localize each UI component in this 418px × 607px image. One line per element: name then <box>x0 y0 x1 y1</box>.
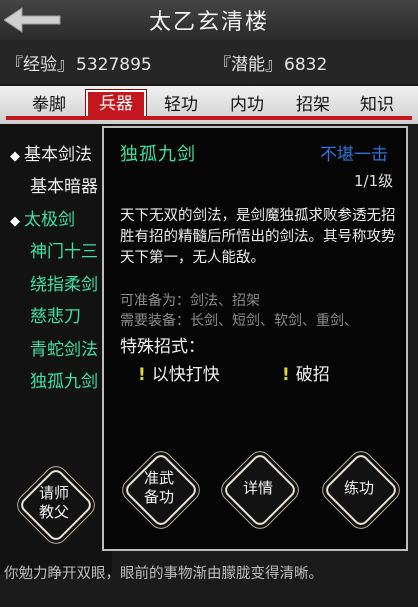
master-button[interactable]: 请师 教父 <box>17 466 95 544</box>
exp-value: 5327895 <box>76 55 152 75</box>
special-move: ! 以快打快 <box>138 365 220 385</box>
tab-weapon[interactable]: 兵器 <box>86 90 146 118</box>
diamond-icon: ◆ <box>10 149 20 164</box>
practice-button-label: 练功 <box>343 478 374 497</box>
prepare-button-label: 准武 备功 <box>143 469 174 506</box>
exclamation-icon: ! <box>138 365 146 385</box>
tab-parry[interactable]: 招架 <box>288 92 338 118</box>
diamond-icon: ◆ <box>10 214 20 229</box>
exp-label: 『经验』 <box>6 55 74 75</box>
practice-button[interactable]: 练功 <box>322 451 400 529</box>
potential-value: 6832 <box>284 55 328 75</box>
tab-fist[interactable]: 拳脚 <box>24 92 74 118</box>
skill-item[interactable]: ◆ 基本剑法 <box>10 140 102 165</box>
skill-description: 天下无双的剑法，是剑魔独孤求败参透无招胜有招的精髓后所悟出的剑法。其号称攻势天下… <box>120 208 396 266</box>
details-button-label: 详情 <box>242 478 273 497</box>
special-moves-title: 特殊招式： <box>120 337 205 357</box>
potential-label: 『潜能』 <box>214 55 282 75</box>
message-log: 你勉力睁开双眼，眼前的事物渐由朦胧变得清晰。 <box>4 566 323 582</box>
tab-knowledge[interactable]: 知识 <box>352 92 402 118</box>
skill-equip: 需要装备：长剑、短剑、软剑、重剑、 <box>120 313 358 329</box>
exp-stat: 『经验』 5327895 <box>6 50 152 75</box>
special-move: ! 破招 <box>282 365 330 385</box>
prepare-button[interactable]: 准武 备功 <box>122 451 200 529</box>
potential-stat: 『潜能』 6832 <box>214 50 327 75</box>
skill-prep: 可准备为：剑法、招架 <box>120 293 260 309</box>
skill-rank-tag: 不堪一击 <box>320 145 388 165</box>
details-button[interactable]: 详情 <box>221 451 299 529</box>
tab-underline <box>6 116 412 120</box>
skill-name: 独孤九剑 <box>120 144 196 165</box>
skill-level: 1/1级 <box>354 172 394 190</box>
tab-lightness[interactable]: 轻功 <box>156 92 206 118</box>
master-button-label: 请师 教父 <box>38 484 69 521</box>
tab-inner[interactable]: 内功 <box>222 92 272 118</box>
skill-item[interactable]: ◆ 太极剑 <box>10 205 102 230</box>
page-title: 太乙玄清楼 <box>148 10 269 35</box>
exclamation-icon: ! <box>282 365 290 385</box>
